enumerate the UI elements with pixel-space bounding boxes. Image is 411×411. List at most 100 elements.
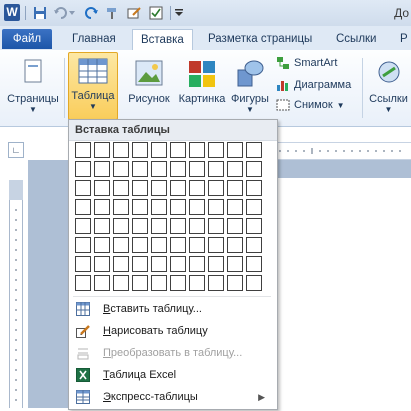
table-grid-cell[interactable] (189, 275, 205, 291)
tab-mailings[interactable]: Р (392, 29, 411, 49)
table-grid-cell[interactable] (208, 142, 224, 158)
document-page[interactable] (274, 178, 411, 408)
tab-references[interactable]: Ссылки (328, 29, 385, 49)
table-grid-cell[interactable] (132, 275, 148, 291)
table-grid-cell[interactable] (227, 256, 243, 272)
table-grid-cell[interactable] (246, 237, 262, 253)
table-grid-cell[interactable] (189, 180, 205, 196)
undo-icon[interactable] (52, 4, 68, 21)
table-grid-cell[interactable] (151, 218, 167, 234)
checklist-icon[interactable] (148, 4, 164, 21)
insert-table-item[interactable]: Вставить таблицу... (69, 298, 275, 320)
table-grid-cell[interactable] (246, 180, 262, 196)
tab-home[interactable]: Главная (64, 29, 124, 49)
redo-icon[interactable] (84, 4, 100, 21)
table-grid-cell[interactable] (94, 275, 110, 291)
horizontal-ruler[interactable] (272, 142, 411, 160)
table-grid-cell[interactable] (75, 142, 91, 158)
table-grid-cell[interactable] (227, 275, 243, 291)
table-grid-cell[interactable] (208, 256, 224, 272)
table-grid-cell[interactable] (246, 256, 262, 272)
table-grid-cell[interactable] (113, 275, 129, 291)
table-grid-cell[interactable] (151, 142, 167, 158)
table-grid-cell[interactable] (246, 199, 262, 215)
table-grid-cell[interactable] (113, 180, 129, 196)
excel-table-item[interactable]: Таблица Excel (69, 364, 275, 386)
table-grid-cell[interactable] (208, 237, 224, 253)
links-button[interactable]: Ссылки ▼ (366, 54, 411, 114)
draw-table-item[interactable]: Нарисовать таблицу (69, 320, 275, 342)
table-grid-cell[interactable] (132, 161, 148, 177)
table-grid-cell[interactable] (94, 180, 110, 196)
table-grid-cell[interactable] (132, 142, 148, 158)
table-grid-cell[interactable] (246, 142, 262, 158)
table-grid-cell[interactable] (189, 256, 205, 272)
table-grid-cell[interactable] (151, 180, 167, 196)
table-grid-cell[interactable] (113, 218, 129, 234)
table-grid-cell[interactable] (208, 199, 224, 215)
table-grid-cell[interactable] (151, 237, 167, 253)
tab-file[interactable]: Файл (2, 29, 52, 49)
tab-page-layout[interactable]: Разметка страницы (200, 29, 320, 49)
tab-selector-icon[interactable]: ∟ (8, 142, 24, 158)
table-grid-cell[interactable] (208, 275, 224, 291)
table-grid-cell[interactable] (75, 256, 91, 272)
table-grid-cell[interactable] (246, 218, 262, 234)
table-grid-cell[interactable] (94, 256, 110, 272)
table-grid-cell[interactable] (75, 237, 91, 253)
table-grid-cell[interactable] (151, 256, 167, 272)
table-grid-cell[interactable] (132, 199, 148, 215)
table-grid-cell[interactable] (189, 237, 205, 253)
table-grid-cell[interactable] (94, 199, 110, 215)
table-grid-cell[interactable] (227, 180, 243, 196)
table-grid-cell[interactable] (113, 237, 129, 253)
table-grid-cell[interactable] (132, 256, 148, 272)
save-icon[interactable] (32, 4, 48, 21)
table-grid-cell[interactable] (208, 218, 224, 234)
undo-dropdown-icon[interactable] (68, 4, 76, 21)
pages-button[interactable]: Страницы ▼ (4, 54, 62, 114)
chart-button[interactable]: Диаграмма (276, 78, 351, 92)
table-grid-cell[interactable] (208, 161, 224, 177)
table-grid-cell[interactable] (170, 142, 186, 158)
format-painter-icon[interactable] (104, 4, 120, 21)
table-grid-cell[interactable] (246, 161, 262, 177)
table-button[interactable]: Таблица ▼ (68, 52, 118, 120)
table-grid-cell[interactable] (189, 142, 205, 158)
vertical-ruler[interactable] (9, 180, 23, 408)
table-grid-cell[interactable] (246, 275, 262, 291)
quick-tables-item[interactable]: Экспресс-таблицы ▶ (69, 386, 275, 408)
picture-button[interactable]: Рисунок (124, 54, 174, 105)
table-grid-cell[interactable] (151, 275, 167, 291)
table-grid-cell[interactable] (94, 218, 110, 234)
table-grid-cell[interactable] (170, 199, 186, 215)
customize-qa-icon[interactable] (174, 4, 184, 21)
table-grid-cell[interactable] (227, 142, 243, 158)
table-grid-cell[interactable] (94, 237, 110, 253)
table-grid-cell[interactable] (227, 161, 243, 177)
table-grid-cell[interactable] (94, 161, 110, 177)
tab-insert[interactable]: Вставка (132, 29, 193, 51)
smartart-button[interactable]: SmartArt (276, 56, 337, 70)
table-grid-cell[interactable] (75, 161, 91, 177)
table-grid-cell[interactable] (227, 237, 243, 253)
table-grid-cell[interactable] (75, 275, 91, 291)
table-grid-cell[interactable] (208, 180, 224, 196)
table-grid-cell[interactable] (170, 218, 186, 234)
table-grid-cell[interactable] (132, 218, 148, 234)
table-grid-cell[interactable] (113, 199, 129, 215)
shapes-button[interactable]: Фигуры ▼ (228, 54, 272, 114)
table-grid-cell[interactable] (94, 142, 110, 158)
table-grid-cell[interactable] (75, 218, 91, 234)
table-grid-cell[interactable] (227, 199, 243, 215)
table-grid-cell[interactable] (189, 199, 205, 215)
table-grid-cell[interactable] (170, 180, 186, 196)
draw-table-qa-icon[interactable] (126, 4, 142, 21)
table-grid-cell[interactable] (189, 218, 205, 234)
table-grid-cell[interactable] (227, 218, 243, 234)
table-grid-cell[interactable] (75, 180, 91, 196)
table-grid-cell[interactable] (170, 237, 186, 253)
table-grid-cell[interactable] (151, 199, 167, 215)
table-size-grid[interactable] (75, 142, 262, 291)
table-grid-cell[interactable] (132, 237, 148, 253)
